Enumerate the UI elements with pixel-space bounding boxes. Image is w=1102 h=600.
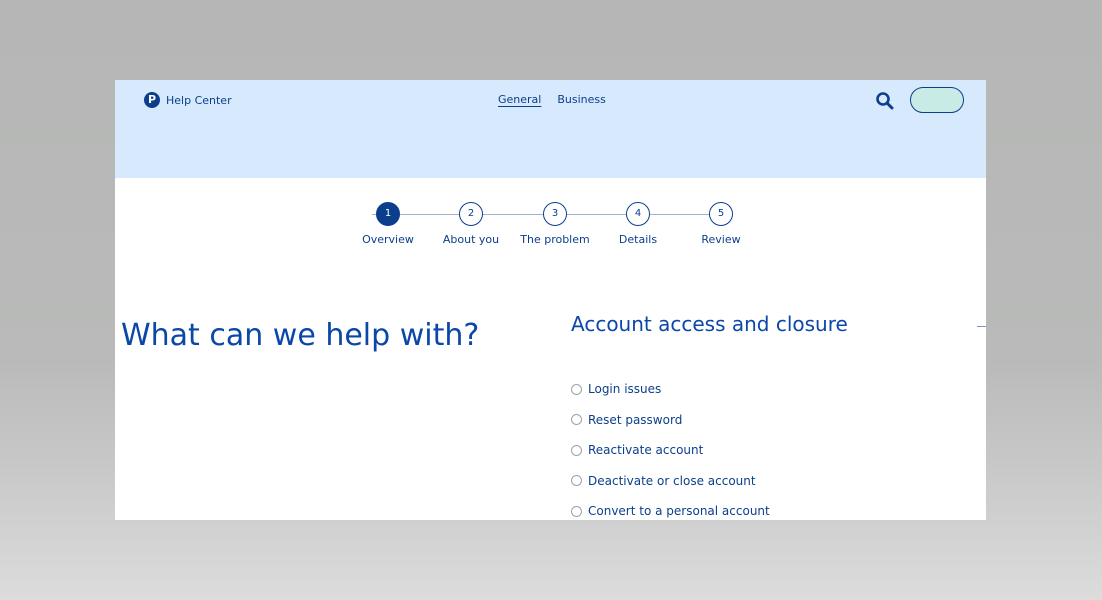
radio-button[interactable] xyxy=(571,383,582,395)
step-number: 4 xyxy=(626,202,650,226)
step-review[interactable]: 5 Review xyxy=(681,202,761,246)
option-reset-password[interactable]: Reset password xyxy=(571,405,770,436)
option-label: Reactivate account xyxy=(588,443,704,458)
option-convert-personal-account[interactable]: Convert to a personal account xyxy=(571,496,770,520)
step-number: 5 xyxy=(709,202,733,226)
header: P Help Center General Business xyxy=(115,80,986,178)
option-label: Convert to a personal account xyxy=(588,504,770,519)
divider xyxy=(977,326,986,327)
topic-options: Login issues Reset password Reactivate a… xyxy=(571,374,770,520)
step-label: Review xyxy=(701,233,741,246)
radio-button[interactable] xyxy=(571,444,582,456)
section-title: Account access and closure xyxy=(571,312,848,336)
step-label: Details xyxy=(618,233,658,246)
option-reactivate-account[interactable]: Reactivate account xyxy=(571,435,770,466)
option-label: Reset password xyxy=(588,412,683,427)
step-the-problem[interactable]: 3 The problem xyxy=(515,202,595,246)
radio-button[interactable] xyxy=(571,475,582,487)
option-login-issues[interactable]: Login issues xyxy=(571,374,770,405)
option-deactivate-close-account[interactable]: Deactivate or close account xyxy=(571,466,770,497)
option-label: Deactivate or close account xyxy=(588,473,756,488)
step-label: About you xyxy=(442,233,500,246)
progress-stepper: 1 Overview 2 About you 3 The problem 4 D… xyxy=(360,202,741,252)
radio-button[interactable] xyxy=(571,505,582,517)
step-label: The problem xyxy=(520,233,590,246)
step-number: 2 xyxy=(459,202,483,226)
help-center-page: P Help Center General Business 1 Overvie… xyxy=(115,80,986,520)
page-title: What can we help with? xyxy=(121,318,480,353)
step-label: Overview xyxy=(362,233,414,246)
account-button[interactable] xyxy=(910,87,964,113)
nav-business[interactable]: Business xyxy=(557,93,606,106)
search-icon[interactable] xyxy=(875,91,895,111)
radio-button[interactable] xyxy=(571,414,582,426)
option-label: Login issues xyxy=(588,382,662,397)
step-details[interactable]: 4 Details xyxy=(598,202,678,246)
top-nav: General Business xyxy=(498,93,606,106)
step-number: 1 xyxy=(376,202,400,226)
pinterest-logo-icon: P xyxy=(144,92,160,108)
step-about-you[interactable]: 2 About you xyxy=(431,202,511,246)
step-overview[interactable]: 1 Overview xyxy=(348,202,428,246)
help-center-logo[interactable]: P Help Center xyxy=(144,92,232,108)
brand-label: Help Center xyxy=(166,93,232,107)
nav-general[interactable]: General xyxy=(498,93,541,106)
step-number: 3 xyxy=(543,202,567,226)
